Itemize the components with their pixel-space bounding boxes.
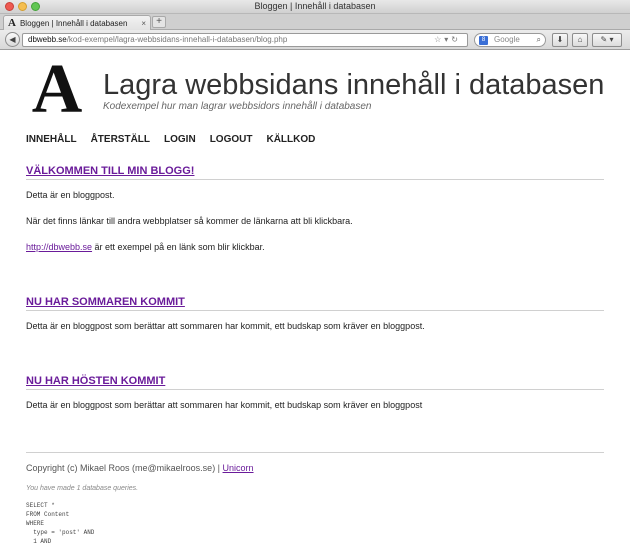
home-icon: ⌂ [577, 35, 583, 44]
post-paragraph: Detta är en bloggpost som berättar att s… [26, 400, 423, 410]
favicon-icon: A [8, 16, 16, 29]
tab-label: Bloggen | Innehåll i databasen [19, 18, 128, 28]
navigation-toolbar: ◀ dbwebb.se/kod-exempel/lagra-webbsidans… [0, 30, 630, 50]
search-bar[interactable]: 8 Google ⌕ [474, 33, 546, 47]
home-button[interactable]: ⌂ [572, 33, 588, 47]
site-title: Lagra webbsidans innehåll i databasen [103, 69, 605, 101]
query-count: You have made 1 database queries. [26, 485, 139, 492]
downloads-button[interactable]: ⬇ [552, 33, 568, 47]
unicorn-link[interactable]: Unicorn [223, 463, 254, 473]
post-link[interactable]: http://dbwebb.se [26, 242, 92, 252]
window-titlebar: Bloggen | Innehåll i databasen [0, 0, 630, 14]
site-logo[interactable]: A [27, 55, 87, 125]
tab-close-icon[interactable]: × [141, 17, 146, 30]
blog-post: VÄLKOMMEN TILL MIN BLOGG! Detta är en bl… [26, 165, 604, 252]
search-icon[interactable]: ⌕ [537, 34, 541, 46]
post-paragraph: Detta är en bloggpost. [26, 190, 115, 200]
google-icon[interactable]: 8 [479, 35, 488, 45]
blog-post: NU HAR HÖSTEN KOMMIT Detta är en bloggpo… [26, 375, 604, 410]
tools-icon: ✎ ▾ [600, 35, 614, 44]
url-host: dbwebb.se [28, 35, 67, 44]
menu-item-aterstall[interactable]: ÅTERSTÄLL [91, 134, 150, 145]
menu-item-kallkod[interactable]: KÄLLKOD [266, 134, 315, 145]
back-arrow-icon: ◀ [9, 35, 16, 44]
url-path: /kod-exempel/lagra-webbsidans-innehall-i… [66, 35, 288, 44]
post-paragraph: http://dbwebb.se är ett exempel på en lä… [26, 242, 604, 252]
post-title[interactable]: NU HAR HÖSTEN KOMMIT [26, 375, 604, 390]
footer-copyright: Copyright (c) Mikael Roos (me@mikaelroos… [26, 463, 604, 473]
tab-bloggen[interactable]: A Bloggen | Innehåll i databasen × [3, 15, 151, 30]
menu-item-login[interactable]: LOGIN [164, 134, 196, 145]
new-tab-button[interactable]: + [152, 16, 166, 28]
post-link-text: är ett exempel på en länk som blir klick… [92, 242, 265, 252]
tools-button[interactable]: ✎ ▾ [592, 33, 622, 47]
window-title: Bloggen | Innehåll i databasen [254, 1, 376, 11]
menu-item-innehall[interactable]: INNEHÅLL [26, 134, 77, 145]
search-placeholder: Google [494, 35, 520, 44]
post-title[interactable]: NU HAR SOMMAREN KOMMIT [26, 296, 604, 311]
post-title[interactable]: VÄLKOMMEN TILL MIN BLOGG! [26, 165, 604, 180]
bookmark-star-icon[interactable]: ☆▾↻ [434, 34, 461, 46]
main-menu: INNEHÅLL ÅTERSTÄLL LOGIN LOGOUT KÄLLKOD [26, 134, 329, 145]
page-content: A Lagra webbsidans innehåll i databasen … [0, 51, 630, 553]
blog-post: NU HAR SOMMAREN KOMMIT Detta är en blogg… [26, 296, 604, 331]
post-paragraph: Detta är en bloggpost som berättar att s… [26, 321, 425, 331]
copyright-text: Copyright (c) Mikael Roos (me@mikaelroos… [26, 463, 223, 473]
post-paragraph: När det finns länkar till andra webbplat… [26, 216, 353, 226]
back-button[interactable]: ◀ [5, 32, 20, 47]
download-icon: ⬇ [556, 35, 564, 44]
url-bar[interactable]: dbwebb.se/kod-exempel/lagra-webbsidans-i… [22, 33, 468, 47]
menu-item-logout[interactable]: LOGOUT [210, 134, 253, 145]
site-footer: Copyright (c) Mikael Roos (me@mikaelroos… [26, 452, 604, 546]
site-slogan: Kodexempel hur man lagrar webbsidors inn… [103, 101, 372, 112]
tab-bar: A Bloggen | Innehåll i databasen × + [0, 14, 630, 30]
sql-query-dump: SELECT * FROM Content WHERE type = 'post… [26, 502, 95, 545]
